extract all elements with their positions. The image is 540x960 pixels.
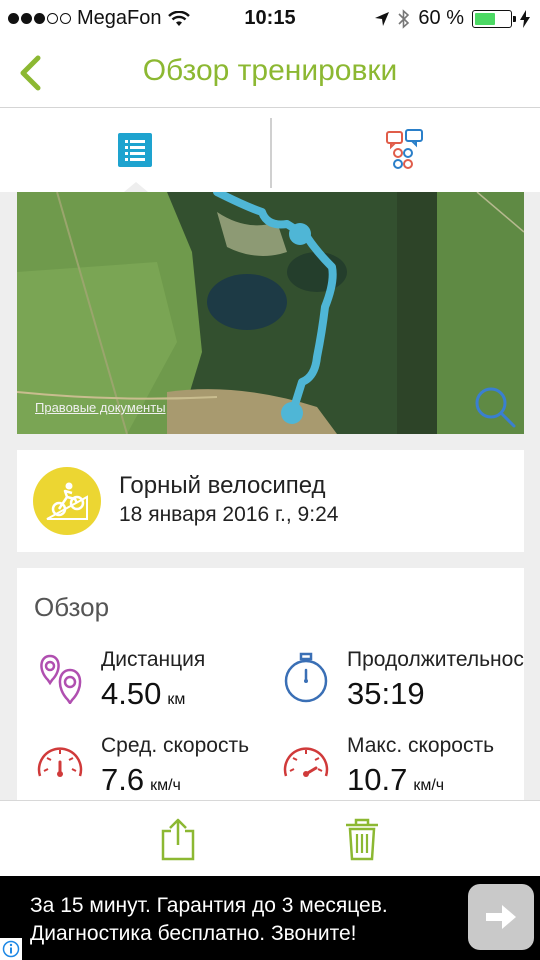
active-tab-pointer <box>124 182 148 192</box>
satellite-map-image <box>17 192 524 434</box>
chat-bubbles-icon <box>386 129 423 169</box>
page-title: Обзор тренировки <box>142 54 398 87</box>
stat-avg-speed: Сред. скорость 7.6 км/ч <box>34 734 294 800</box>
tab-summary-list[interactable] <box>0 108 270 192</box>
bottom-toolbar <box>0 800 540 876</box>
max-speed-gauge-icon <box>283 747 329 777</box>
tab-comments[interactable] <box>270 108 540 192</box>
stat-distance: Дистанция 4.50 км <box>34 648 294 718</box>
overview-title: Обзор <box>34 592 110 622</box>
battery-icon <box>472 9 516 28</box>
view-tabs <box>0 108 540 192</box>
magnifier-icon <box>475 387 516 428</box>
arrow-right-icon <box>486 905 516 929</box>
info-icon <box>2 940 20 958</box>
ad-banner[interactable]: За 15 минут. Гарантия до 3 месяцев. Диаг… <box>0 876 540 960</box>
stat-value: 4.50 км <box>101 676 186 711</box>
stat-label: Макс. скорость <box>347 734 495 757</box>
battery-percent: 60 % <box>418 7 464 29</box>
location-arrow-icon <box>375 11 390 26</box>
ad-line-1: За 15 минут. Гарантия до 3 месяцев. <box>30 894 388 917</box>
activity-card: Горный велосипед 18 января 2016 г., 9:24 <box>17 450 524 552</box>
ad-info-button[interactable] <box>0 938 22 960</box>
stat-value: 35:19 <box>347 676 425 711</box>
legal-documents-link[interactable]: Правовые документы <box>35 400 166 415</box>
stopwatch-icon <box>284 652 328 703</box>
stat-label: Дистанция <box>101 648 206 671</box>
distance-pins-icon <box>40 654 82 704</box>
map-zoom-button[interactable] <box>470 382 520 432</box>
route-start-marker <box>289 223 311 245</box>
ad-open-button[interactable] <box>468 884 534 950</box>
ad-line-2: Диагностика бесплатно. Звоните! <box>30 922 357 945</box>
stat-value: 7.6 км/ч <box>101 762 181 797</box>
avg-speed-gauge-icon <box>37 747 83 777</box>
share-button[interactable] <box>154 815 202 863</box>
stat-label: Продолжительность <box>347 648 524 671</box>
stat-label: Сред. скорость <box>101 734 250 757</box>
list-icon <box>118 133 152 167</box>
activity-name: Горный велосипед <box>119 472 326 499</box>
overview-card: Обзор Дистанция 4.50км Продолжительность… <box>17 568 524 800</box>
delete-button[interactable] <box>338 815 386 863</box>
stat-value: 10.7 км/ч <box>347 762 445 797</box>
trash-icon <box>346 818 378 861</box>
bluetooth-icon <box>398 8 410 29</box>
share-icon <box>161 818 195 861</box>
mountain-bike-icon <box>33 467 101 535</box>
route-map[interactable]: Правовые документы <box>17 192 524 434</box>
stat-max-speed: Макс. скорость 10.7 км/ч <box>280 734 524 800</box>
navigation-bar: Обзор тренировки <box>0 38 540 108</box>
status-right: 60 % <box>374 7 530 30</box>
status-bar: MegaFon 10:15 60 % <box>0 0 540 38</box>
stat-duration: Продолжительность 35:19 <box>280 648 524 718</box>
activity-date: 18 января 2016 г., 9:24 <box>119 503 339 526</box>
ad-text: За 15 минут. Гарантия до 3 месяцев. Диаг… <box>30 892 388 948</box>
charging-bolt-icon <box>520 9 530 28</box>
route-end-marker <box>281 402 303 424</box>
